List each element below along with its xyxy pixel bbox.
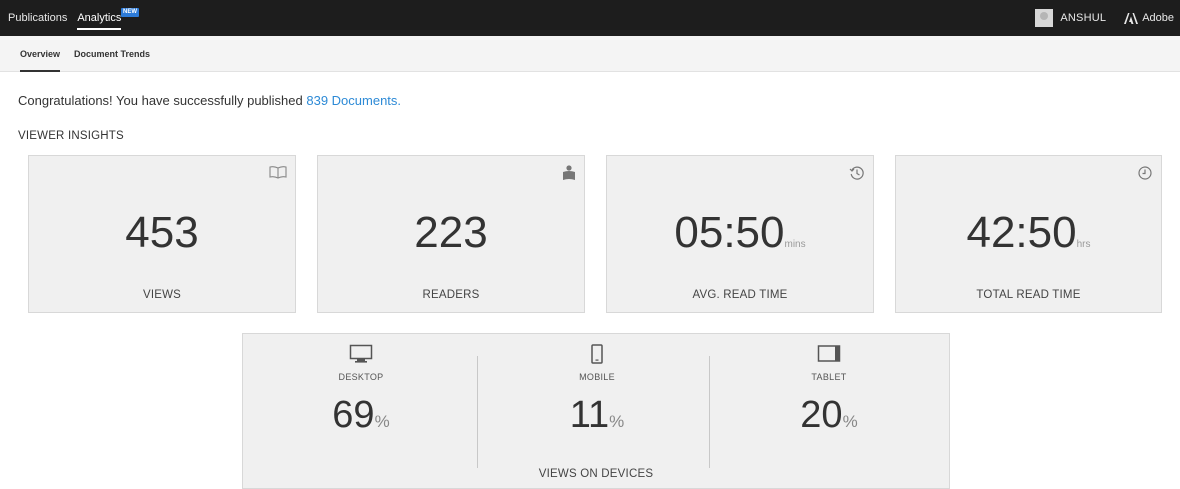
- top-nav: Publications Analytics NEW: [8, 0, 139, 36]
- user-name[interactable]: ANSHUL: [1060, 12, 1106, 24]
- documents-link[interactable]: 839 Documents.: [306, 93, 401, 108]
- user-area: ANSHUL Adobe: [1035, 0, 1174, 36]
- total-read-time-label: TOTAL READ TIME: [976, 289, 1081, 301]
- tablet-icon: [711, 344, 947, 364]
- views-value: 453: [125, 208, 199, 257]
- mobile-value: 11%: [479, 394, 715, 437]
- desktop-unit: %: [374, 412, 390, 431]
- avg-read-time-unit: mins: [784, 239, 806, 250]
- total-read-time-value: 42:50hrs: [896, 208, 1161, 258]
- new-badge: NEW: [121, 8, 139, 17]
- tablet-unit: %: [842, 412, 858, 431]
- adobe-label: Adobe: [1142, 12, 1174, 24]
- mobile-label: MOBILE: [579, 372, 615, 382]
- readers-label: READERS: [422, 289, 480, 301]
- views-card: 453 VIEWS: [28, 155, 296, 313]
- total-read-time-number: 42:50: [966, 208, 1077, 257]
- desktop-number: 69: [332, 394, 375, 436]
- views-label: VIEWS: [142, 289, 182, 301]
- total-read-time-unit: hrs: [1076, 239, 1091, 250]
- congrats-message: Congratulations! You have successfully p…: [18, 93, 401, 108]
- tablet-label: TABLET: [811, 372, 847, 382]
- sub-tab-bar: Overview Document Trends: [0, 36, 1180, 72]
- top-bar: Publications Analytics NEW ANSHUL Adobe: [0, 0, 1180, 36]
- mobile-icon: [479, 344, 715, 364]
- tab-document-trends[interactable]: Document Trends: [74, 36, 150, 72]
- nav-analytics-label: Analytics: [77, 12, 122, 24]
- avg-read-time-label: AVG. READ TIME: [692, 289, 788, 301]
- mobile-number: 11: [569, 394, 610, 436]
- adobe-logo[interactable]: Adobe: [1124, 12, 1174, 24]
- desktop-value: 69%: [243, 394, 479, 437]
- mobile-unit: %: [609, 412, 625, 431]
- readers-value: 223: [414, 208, 488, 257]
- avatar[interactable]: [1035, 9, 1054, 27]
- nav-analytics[interactable]: Analytics: [77, 0, 122, 36]
- desktop-icon: [243, 344, 479, 364]
- desktop-label: DESKTOP: [338, 372, 384, 382]
- reader-icon: [562, 165, 576, 186]
- avg-read-time-card: 05:50mins AVG. READ TIME: [606, 155, 874, 313]
- divider: [477, 356, 478, 468]
- nav-publications[interactable]: Publications: [8, 0, 67, 36]
- clock-icon: [1137, 165, 1153, 186]
- history-icon: [849, 165, 865, 186]
- total-read-time-card: 42:50hrs TOTAL READ TIME: [895, 155, 1162, 313]
- tab-overview[interactable]: Overview: [20, 36, 61, 72]
- views-on-devices-label: VIEWS ON DEVICES: [538, 468, 654, 480]
- views-on-devices-card: DESKTOP 69% MOBILE 11% TABLET 20% VIEWS …: [242, 333, 950, 489]
- book-icon: [269, 165, 287, 184]
- avg-read-time-value: 05:50mins: [607, 208, 873, 258]
- readers-card: 223 READERS: [317, 155, 585, 313]
- section-title: VIEWER INSIGHTS: [18, 130, 124, 142]
- congrats-text: Congratulations! You have successfully p…: [18, 93, 307, 108]
- avg-read-time-number: 05:50: [674, 208, 785, 257]
- tablet-number: 20: [800, 394, 843, 436]
- divider: [709, 356, 710, 468]
- adobe-logo-icon: [1124, 12, 1139, 24]
- tablet-value: 20%: [711, 394, 947, 437]
